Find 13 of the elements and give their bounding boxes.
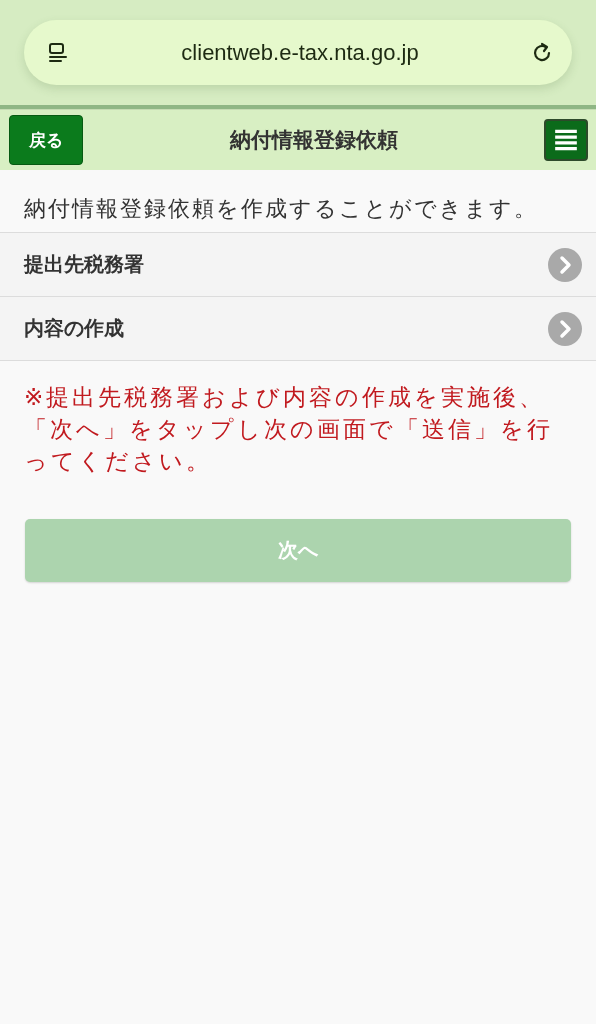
menu-button[interactable]	[544, 119, 588, 161]
reader-icon[interactable]	[46, 40, 70, 65]
chevron-icon	[548, 311, 582, 346]
page-title: 納付情報登録依頼	[228, 127, 399, 154]
menu-icon	[553, 127, 579, 153]
address-bar[interactable]: clientweb.e-tax.nta.go.jp	[24, 20, 572, 85]
back-button[interactable]: 戻る	[9, 115, 83, 165]
intro-text: 納付情報登録依頼を作成することができます。	[23, 195, 539, 223]
chevron-icon	[548, 247, 582, 282]
notice-text: ※提出先税務署および内容の作成を実施後、「次へ」をタップし次の画面で「送信」を行ってください。	[23, 383, 554, 476]
menu-row[interactable]: 内容の作成	[0, 296, 596, 361]
menu-row[interactable]: 提出先税務署	[0, 232, 596, 296]
url-text: clientweb.e-tax.nta.go.jp	[180, 39, 420, 66]
